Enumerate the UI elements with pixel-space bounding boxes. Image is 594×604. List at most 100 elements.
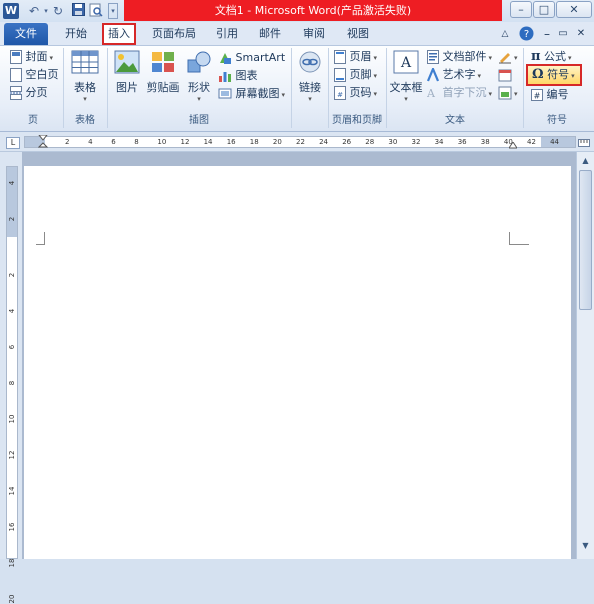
tab-review[interactable]: 审阅 [296, 23, 332, 45]
ruler-number: 12 [180, 138, 190, 146]
print-preview-icon[interactable] [88, 3, 104, 19]
horizontal-ruler[interactable]: 2 4 6 8 10 12 14 16 18 20 22 24 26 28 30 32 34 36 38 40 42 44 [24, 136, 576, 148]
document-page[interactable] [24, 166, 571, 559]
vertical-ruler-number: 16 [8, 522, 16, 532]
signature-line-icon[interactable]: ▾ [498, 48, 518, 66]
group-label-illustrations: 插图 [189, 115, 209, 126]
ribbon-separator [386, 48, 387, 128]
tab-file[interactable]: 文件 [4, 23, 48, 45]
vertical-ruler-number: 2 [8, 216, 16, 222]
window-title: 文档1 - Microsoft Word(产品激活失败) [124, 0, 502, 21]
word-app-icon[interactable]: W [3, 3, 19, 19]
ruler-number: 30 [388, 138, 398, 146]
clipart-label: 剪贴画 [146, 81, 180, 94]
textbox-label: 文本框 [389, 81, 423, 94]
page-break-button[interactable]: 分页 [10, 84, 48, 102]
header-button[interactable]: 页眉 ▾ [334, 48, 377, 66]
textbox-button[interactable]: A 文本框 ▾ [389, 50, 423, 103]
vertical-ruler[interactable]: 4 2 2 4 6 8 10 12 14 16 18 20 [6, 166, 18, 603]
save-icon[interactable] [70, 3, 86, 19]
svg-text:A: A [427, 87, 436, 100]
ruler-number: 42 [527, 138, 536, 146]
ruler-number: 18 [249, 138, 259, 146]
page-break-label: 分页 [25, 86, 48, 99]
right-indent-marker-icon[interactable] [508, 140, 518, 149]
help-icon[interactable]: ? [518, 23, 534, 45]
ribbon-separator [291, 48, 292, 128]
svg-text:#: # [337, 91, 343, 99]
equation-label: 公式 [544, 50, 567, 63]
svg-text:A: A [400, 55, 412, 71]
indent-marker-icon[interactable] [37, 134, 49, 149]
table-button[interactable]: 表格 ▾ [66, 50, 104, 103]
shapes-button[interactable]: 形状 ▾ [182, 50, 216, 103]
tab-mailings[interactable]: 邮件 [252, 23, 288, 45]
number-button[interactable]: # 编号 [531, 86, 569, 104]
wordart-button[interactable]: 艺术字 ▾ [427, 66, 481, 84]
restore-button[interactable]: □ [533, 1, 555, 18]
smartart-label: SmartArt [235, 51, 286, 64]
view-ruler-icon[interactable] [578, 137, 590, 149]
crop-mark-left [36, 232, 45, 245]
clipart-button[interactable]: 剪贴画 [146, 50, 180, 95]
quick-parts-button[interactable]: 文档部件 ▾ [427, 48, 492, 66]
chart-button[interactable]: 图表 [218, 67, 258, 85]
links-button[interactable]: 链接 ▾ [294, 50, 326, 103]
vertical-ruler-number: 4 [8, 308, 16, 314]
customize-qat-icon[interactable]: ▾ [108, 3, 118, 19]
ruler-number: 6 [111, 138, 116, 146]
close-doc-icon[interactable]: ✕ [574, 23, 588, 45]
group-label-text: 文本 [445, 115, 465, 126]
picture-label: 图片 [116, 81, 138, 94]
tab-selector[interactable]: L [6, 137, 20, 149]
wordart-label: 艺术字 [442, 68, 476, 81]
date-time-icon[interactable] [498, 66, 512, 84]
restore-doc-icon[interactable]: ▭ [556, 23, 570, 45]
screenshot-label: 屏幕截图 [235, 87, 280, 100]
ruler-number: 22 [296, 138, 305, 146]
smartart-button[interactable]: SmartArt [218, 49, 285, 67]
cover-page-button[interactable]: 封面 ▾ [10, 48, 53, 66]
footer-button[interactable]: 页脚 ▾ [334, 66, 377, 84]
shapes-label: 形状 [188, 81, 210, 94]
min-doc-icon[interactable]: – [540, 23, 554, 45]
tab-page-layout[interactable]: 页面布局 [146, 23, 202, 45]
tab-references[interactable]: 引用 [210, 23, 244, 45]
vertical-ruler-number: 2 [8, 272, 16, 278]
omega-icon: Ω [532, 67, 544, 82]
ruler-number: 4 [88, 138, 93, 146]
symbol-button[interactable]: Ω 符号 ▾ [526, 64, 582, 86]
footer-label: 页脚 [349, 68, 372, 81]
minimize-button[interactable]: – [510, 1, 532, 18]
ruler-number: 38 [480, 138, 490, 146]
screenshot-button[interactable]: 屏幕截图 ▾ [218, 85, 285, 103]
ruler-number: 8 [134, 138, 139, 146]
close-button[interactable]: ✕ [556, 1, 592, 18]
picture-button[interactable]: 图片 [110, 50, 144, 95]
drop-cap-button[interactable]: A 首字下沉 ▾ [427, 84, 492, 102]
scroll-up-icon[interactable]: ▲ [579, 156, 592, 168]
ruler-number: 2 [65, 138, 70, 146]
vertical-ruler-number: 6 [8, 344, 16, 350]
tab-view[interactable]: 视图 [340, 23, 376, 45]
group-label-pages: 页 [28, 115, 38, 126]
minimize-ribbon-icon[interactable]: △ [498, 23, 512, 45]
drop-cap-label: 首字下沉 [442, 86, 487, 99]
svg-text:#: # [534, 92, 541, 101]
ruler-number: 24 [319, 138, 329, 146]
blank-page-label: 空白页 [25, 68, 59, 81]
table-label: 表格 [74, 81, 96, 94]
tab-home[interactable]: 开始 [58, 23, 94, 45]
ruler-number: 20 [272, 138, 282, 146]
tab-insert[interactable]: 插入 [102, 23, 136, 45]
blank-page-button[interactable]: 空白页 [10, 66, 59, 84]
symbol-label: 符号 [547, 68, 570, 81]
vertical-ruler-number: 10 [8, 414, 16, 424]
redo-icon[interactable]: ↻ [50, 3, 66, 19]
page-number-button[interactable]: # 页码 ▾ [334, 84, 377, 102]
scrollbar-thumb[interactable] [579, 170, 592, 310]
ruler-number: 14 [203, 138, 213, 146]
scroll-down-icon[interactable]: ▼ [579, 541, 592, 553]
svg-text:?: ? [523, 29, 528, 40]
object-icon[interactable]: ▾ [498, 84, 518, 102]
